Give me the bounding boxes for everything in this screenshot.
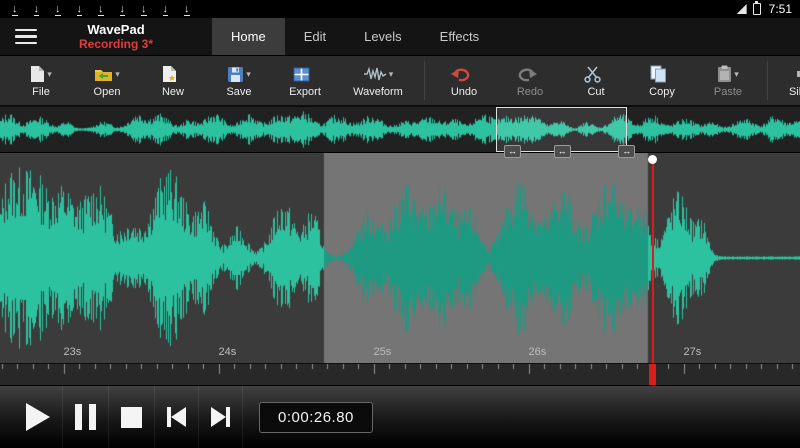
download-icon: ↓ [184,3,190,16]
paste-button[interactable]: ▾ Paste [695,56,761,105]
ruler-cursor-marker[interactable] [649,364,656,385]
download-icon: ↓ [77,3,83,16]
copy-button[interactable]: ▾ Copy [629,56,695,105]
wavepad-app: ↓ ↓ ↓ ↓ ↓ ↓ ↓ ↓ ↓ 7:51 WavePad Recording 3* Home… [0,0,800,448]
download-icons: ↓ ↓ ↓ ↓ ↓ ↓ ↓ ↓ ↓ [12,3,190,16]
dropdown-caret-icon: ▾ [389,69,394,80]
download-icon: ↓ [141,3,147,16]
save-icon [227,66,244,83]
main-toolbar: ▾ File ▾ Open ▾ New ▾ Save [0,55,800,105]
undo-icon [450,66,472,83]
selection-middle-handle[interactable]: ↔ [554,145,571,158]
download-icon: ↓ [120,3,126,16]
play-icon [26,403,50,431]
status-clock: 7:51 [769,2,792,16]
silence-button[interactable]: ▾ Silence [774,56,800,105]
new-button[interactable]: ▾ New [140,56,206,105]
app-header: WavePad Recording 3* Home Edit Levels Ef… [0,18,800,55]
tab-edit[interactable]: Edit [285,18,345,55]
time-label: 26s [529,346,547,358]
toolbar-separator [424,61,425,100]
open-button[interactable]: ▾ Open [74,56,140,105]
playback-cursor-line[interactable] [652,160,654,363]
tab-levels[interactable]: Levels [345,18,421,55]
export-icon [293,67,310,82]
dropdown-caret-icon: ▾ [115,69,120,80]
file-icon [30,65,45,83]
main-waveform-canvas[interactable] [0,153,800,363]
open-folder-icon [94,67,113,82]
new-document-icon [162,65,177,83]
save-button[interactable]: ▾ Save [206,56,272,105]
cut-scissors-icon [584,65,602,83]
tab-home[interactable]: Home [212,18,285,55]
title-block: WavePad Recording 3* [52,18,180,55]
android-status-bar: ↓ ↓ ↓ ↓ ↓ ↓ ↓ ↓ ↓ 7:51 [0,0,800,18]
cut-button[interactable]: ▾ Cut [563,56,629,105]
dropdown-caret-icon: ▾ [246,69,251,80]
timeline-ruler[interactable] [0,363,800,385]
ruler-ticks-canvas[interactable] [0,364,800,385]
skip-start-icon [167,407,186,427]
status-bar-right: 7:51 [737,2,792,16]
time-label: 23s [64,346,82,358]
previous-button[interactable] [155,386,199,448]
stop-button[interactable] [109,386,155,448]
redo-icon [516,66,538,83]
file-button[interactable]: ▾ File [8,56,74,105]
toolbar-separator [767,61,768,100]
signal-icon [737,4,747,14]
stop-icon [121,407,142,428]
transport-bar: 0:00:26.80 [0,385,800,448]
document-title: Recording 3* [52,37,180,51]
download-icon: ↓ [163,3,169,16]
copy-icon [650,65,667,83]
silence-speaker-icon [795,66,800,82]
redo-button[interactable]: ▾ Redo [497,56,563,105]
download-icon: ↓ [55,3,61,16]
selection-left-handle[interactable]: ↔ [504,145,521,158]
ribbon-tabs: Home Edit Levels Effects [212,18,498,55]
download-icon: ↓ [98,3,104,16]
waveform-icon [363,66,387,82]
hamburger-menu-button[interactable] [0,18,52,55]
tab-effects[interactable]: Effects [421,18,499,55]
pause-icon [75,404,96,430]
main-waveform-view[interactable]: 23s 24s 25s 26s 27s [0,153,800,363]
play-button[interactable] [14,386,63,448]
time-label: 27s [684,346,702,358]
undo-button[interactable]: ▾ Undo [431,56,497,105]
overview-waveform-strip[interactable]: ↔ ↔ ↔ [0,105,800,153]
export-button[interactable]: ▾ Export [272,56,338,105]
selection-right-handle[interactable]: ↔ [618,145,635,158]
overview-waveform-canvas[interactable] [0,107,800,152]
playback-time-display: 0:00:26.80 [259,402,373,433]
app-title: WavePad [52,22,180,37]
next-button[interactable] [199,386,243,448]
pause-button[interactable] [63,386,109,448]
download-icon: ↓ [12,3,18,16]
dropdown-caret-icon: ▾ [47,69,52,80]
time-label: 25s [374,346,392,358]
hamburger-icon [15,29,37,32]
dropdown-caret-icon: ▾ [734,69,739,80]
playback-cursor-handle[interactable] [648,155,657,164]
time-label: 24s [219,346,237,358]
battery-icon [753,3,761,15]
skip-end-icon [211,407,230,427]
download-icon: ↓ [34,3,40,16]
paste-clipboard-icon [717,65,732,83]
waveform-button[interactable]: ▾ Waveform [338,56,418,105]
